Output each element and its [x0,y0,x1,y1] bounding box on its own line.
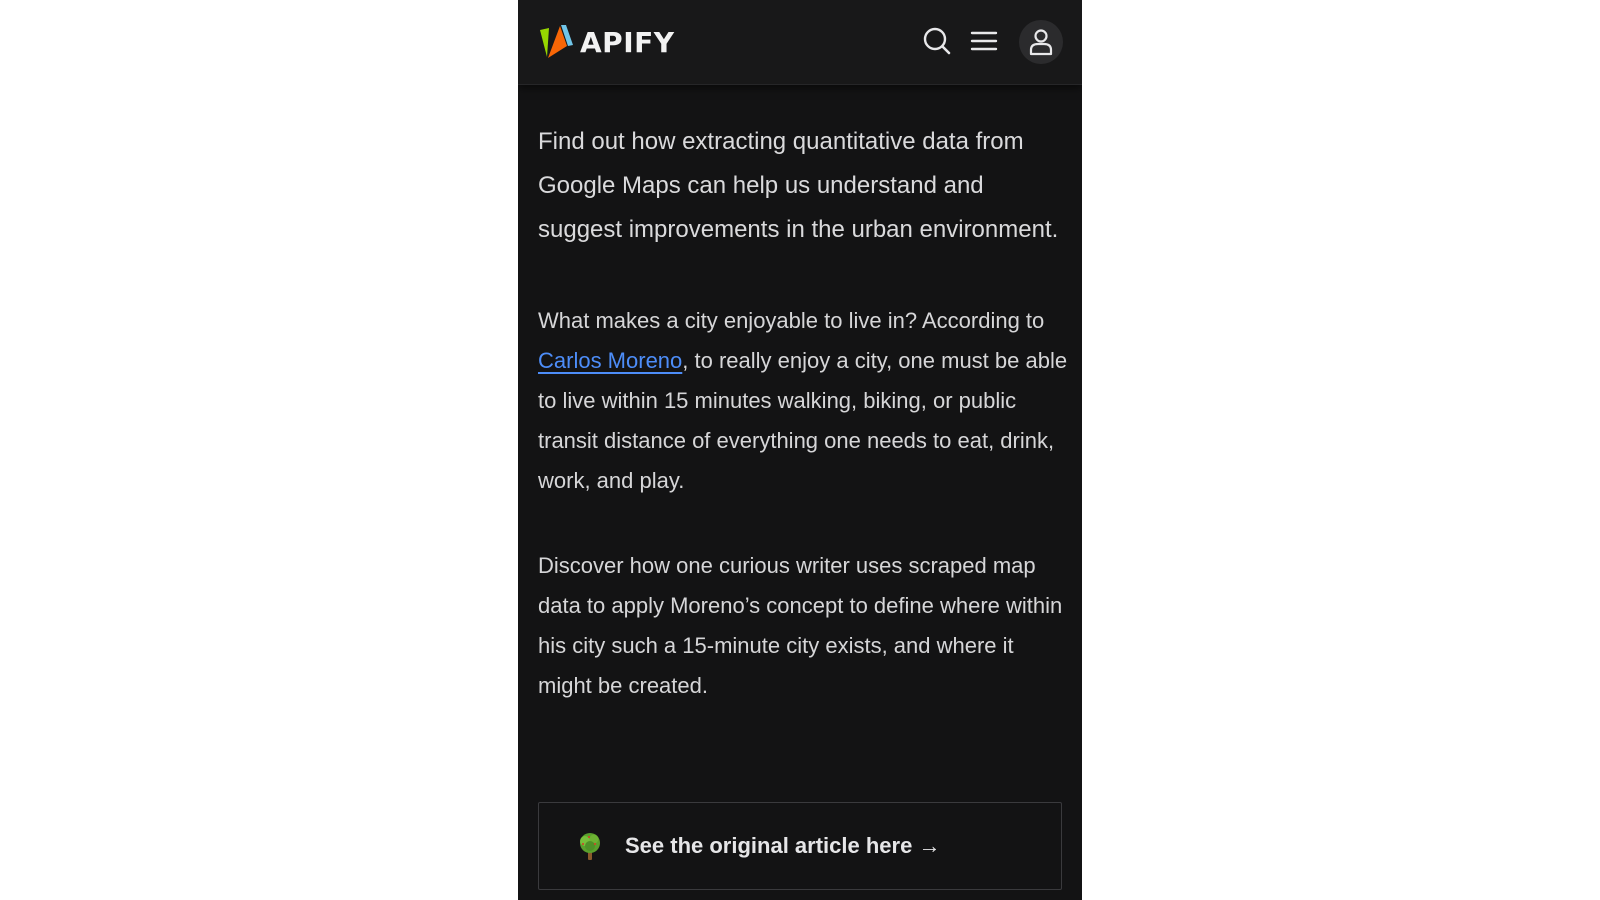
account-button[interactable] [1019,20,1063,64]
apify-logo-mark-icon [540,25,573,58]
user-icon [1029,29,1053,56]
carlos-moreno-link[interactable]: Carlos Moreno [538,348,682,373]
article-lead: Find out how extracting quantitative dat… [538,128,1059,243]
menu-button[interactable] [966,23,1002,59]
article-paragraph-1: What makes a city enjoyable to live in? … [538,301,1068,501]
tree-emoji-icon [580,833,600,860]
hamburger-menu-icon [970,31,998,51]
original-article-button[interactable]: See the original article here → [538,802,1062,890]
brand-name: APIFY [580,25,675,59]
apify-logo[interactable]: APIFY [538,24,675,60]
search-icon [923,27,951,55]
article-body: Find out how extracting quantitative dat… [538,120,1068,706]
mobile-viewport: APIFY Find out how extracting quantitati… [518,0,1082,900]
article-paragraph-2: Discover how one curious writer uses scr… [538,553,1063,698]
original-article-label: See the original article here → [625,833,941,858]
top-navigation-bar: APIFY [518,0,1082,85]
paragraph-1-intro: What makes a city enjoyable to live in? … [538,308,1045,333]
search-button[interactable] [919,23,955,59]
